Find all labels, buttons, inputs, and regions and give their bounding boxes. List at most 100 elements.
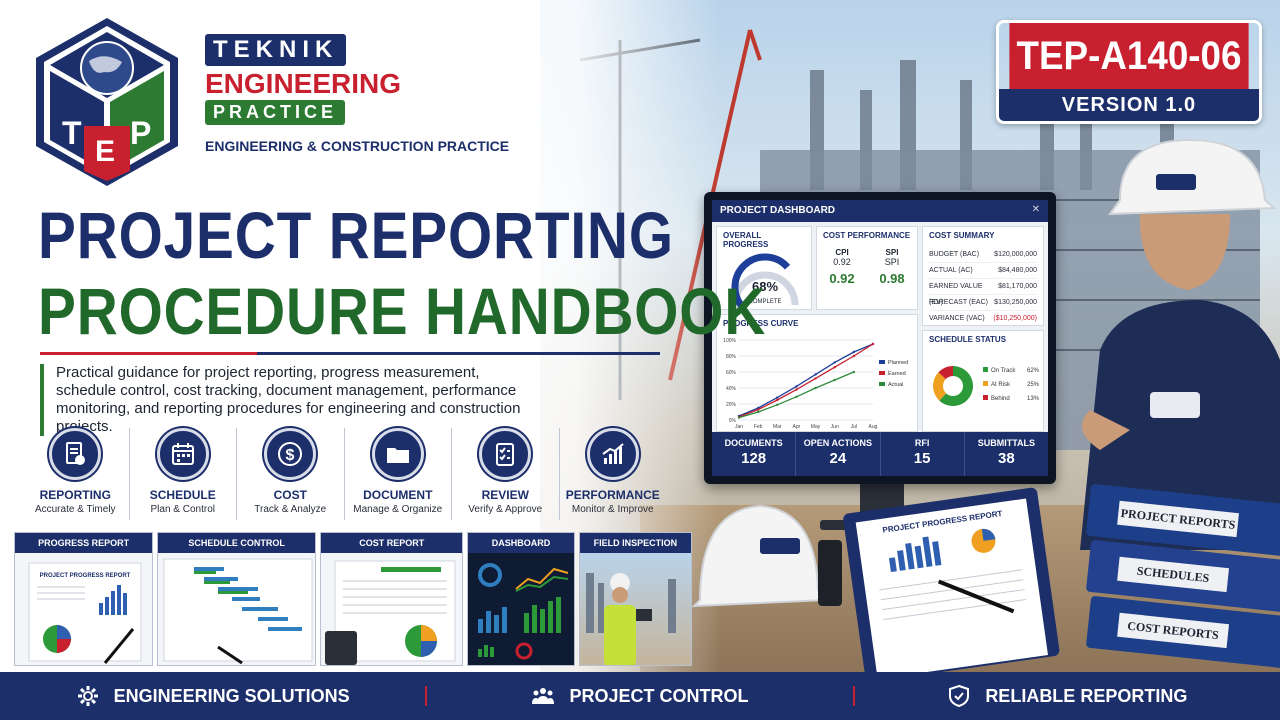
logo-letter-e: E [95,135,115,168]
binder-label: PROJECT REPORTS [1117,500,1239,538]
legend-label: At Risk [991,382,1011,388]
series-line-planned [738,343,874,417]
cost-value: $81,170,000 [998,283,1037,290]
hard-hat [691,504,829,608]
data-point [852,354,856,358]
legend-swatch [983,381,988,386]
document-version: VERSION 1.0 [999,89,1259,121]
legend-percent: 62% [1027,368,1040,374]
x-tick-label: Mar [773,424,782,430]
report-icon [49,428,102,480]
document-code: TEP-A140-06 [1009,23,1249,89]
kpi-value: 38 [998,450,1015,467]
binder-label: SCHEDULES [1117,556,1230,593]
radio-device [818,540,842,606]
kpi-submittals: SUBMITTALS 38 [965,432,1048,476]
feature-reporting: REPORTING Accurate & Timely [22,428,130,520]
feature-title: SCHEDULE [149,488,216,502]
donut-hole [943,376,963,396]
title-line-2: PROCEDURE HANDBOOK [38,274,767,348]
shield-check-icon [949,684,970,708]
cost-key: BUDGET (BAC) [929,251,980,258]
schedule-status-panel: SCHEDULE STATUS On Track 62% At Risk 25% Beh… [922,330,1044,432]
footer-label: PROJECT CONTROL [569,685,749,706]
trend-icon [586,428,639,480]
kpi-rfi: RFI 15 [881,432,965,476]
description: Practical guidance for project reporting… [40,364,540,436]
feature-subtitle: Verify & Approve [468,504,543,515]
feature-subtitle: Monitor & Improve [571,504,654,515]
data-point [795,385,798,388]
thumb-schedule-control: SCHEDULE CONTROL [157,532,317,666]
thumb-doc-title: PROJECT PROGRESS REPORT [40,573,131,579]
cpi-value: 0.92 [829,271,855,286]
cost-row: BUDGET (BAC) $120,000,000 [929,247,1037,263]
cost-row: EARNED VALUE (EV) $81,170,000 [929,279,1037,306]
thumb-label: FIELD INSPECTION REPORT [579,533,691,568]
x-tick-label: Feb [754,424,763,430]
y-tick-label: 40% [726,386,737,392]
legend-swatch [879,382,885,386]
thumb-field-inspection: FIELD INSPECTION REPORT [578,532,692,666]
feature-subtitle: Plan & Control [150,504,215,515]
feature-subtitle: Manage & Organize [353,504,443,515]
feature-subtitle: Track & Analyze [254,504,327,515]
x-tick-label: Apr [793,424,801,430]
legend-percent: 13% [1027,396,1040,402]
footer-bar: ENGINEERING SOLUTIONS PROJECT CONTROL RE… [0,672,1280,720]
data-point [795,388,798,391]
progress-report-preview: PROJECT PROGRESS REPORT [28,562,142,664]
brand-line-practice: PRACTICE [205,100,346,125]
data-point [776,396,779,399]
kpi-value: 15 [913,450,931,467]
folder-icon [371,428,424,480]
title-line-1: PROJECT REPORTING [38,198,674,272]
cost-performance-panel: COST PERFORMANCE CPI 0.92 0.92 SPI SPI 0… [816,226,918,310]
dashboard-preview [478,563,569,660]
cost-row: FORECAST (EAC) $130,250,000 [929,295,1037,311]
cpi-label: CPI [835,248,849,257]
data-point [814,377,817,380]
legend-swatch [983,367,988,372]
cpi-small-value: 0.92 [833,257,851,267]
legend-label: Earned [888,371,906,377]
field-inspector-preview [585,573,676,665]
legend-label: On Track [991,368,1016,374]
schedule-status-donut: On Track 62% At Risk 25% Behind 13% [933,366,1040,406]
x-tick-label: May [811,424,821,430]
y-tick-label: 20% [726,402,737,408]
legend-percent: 25% [1027,382,1040,388]
data-point [737,416,741,419]
kpi-value: 128 [741,450,767,467]
legend-swatch [879,371,885,375]
gantt-preview [163,558,313,665]
cost-value: $120,000,000 [994,251,1037,258]
dollar-icon: $ [264,428,317,480]
cost-value: $130,250,000 [994,299,1037,306]
kpi-label: DOCUMENTS [724,438,783,448]
dashboard-title: PROJECT DASHBOARD [712,200,1048,222]
brand-subtitle: ENGINEERING & CONSTRUCTION PRACTICE [205,138,510,154]
thumb-label: COST REPORT [321,533,463,553]
thumb-dashboard: DASHBOARD [467,532,575,666]
data-point [871,342,875,346]
footer-engineering-solutions: ENGINEERING SOLUTIONS [0,684,425,708]
cost-value: $84,480,000 [998,267,1037,274]
legend-label: Actual [888,382,903,388]
data-point [814,386,817,390]
cost-key: EARNED VALUE (EV) [929,283,983,306]
data-point [756,410,760,414]
kpi-value: 24 [829,450,847,467]
title-divider [40,352,660,355]
x-tick-label: Jul [851,424,857,430]
footer-label: ENGINEERING SOLUTIONS [113,685,350,706]
gear-icon [77,686,98,706]
thumb-label: PROGRESS REPORT [15,533,153,553]
data-point [833,378,836,382]
cost-row: ACTUAL (AC) $84,480,000 [929,263,1037,279]
cost-summary-panel: COST SUMMARY BUDGET (BAC) $120,000,000 AC… [922,226,1044,327]
x-tick-label: Jan [735,424,743,430]
feature-cost: $ COST Track & Analyze [237,428,345,520]
cost-summary-table: BUDGET (BAC) $120,000,000 ACTUAL (AC) $84,… [929,247,1037,327]
kpi-strip: DOCUMENTS 128 OPEN ACTIONS 24 RFI 15 SUBMIT… [712,432,1048,476]
